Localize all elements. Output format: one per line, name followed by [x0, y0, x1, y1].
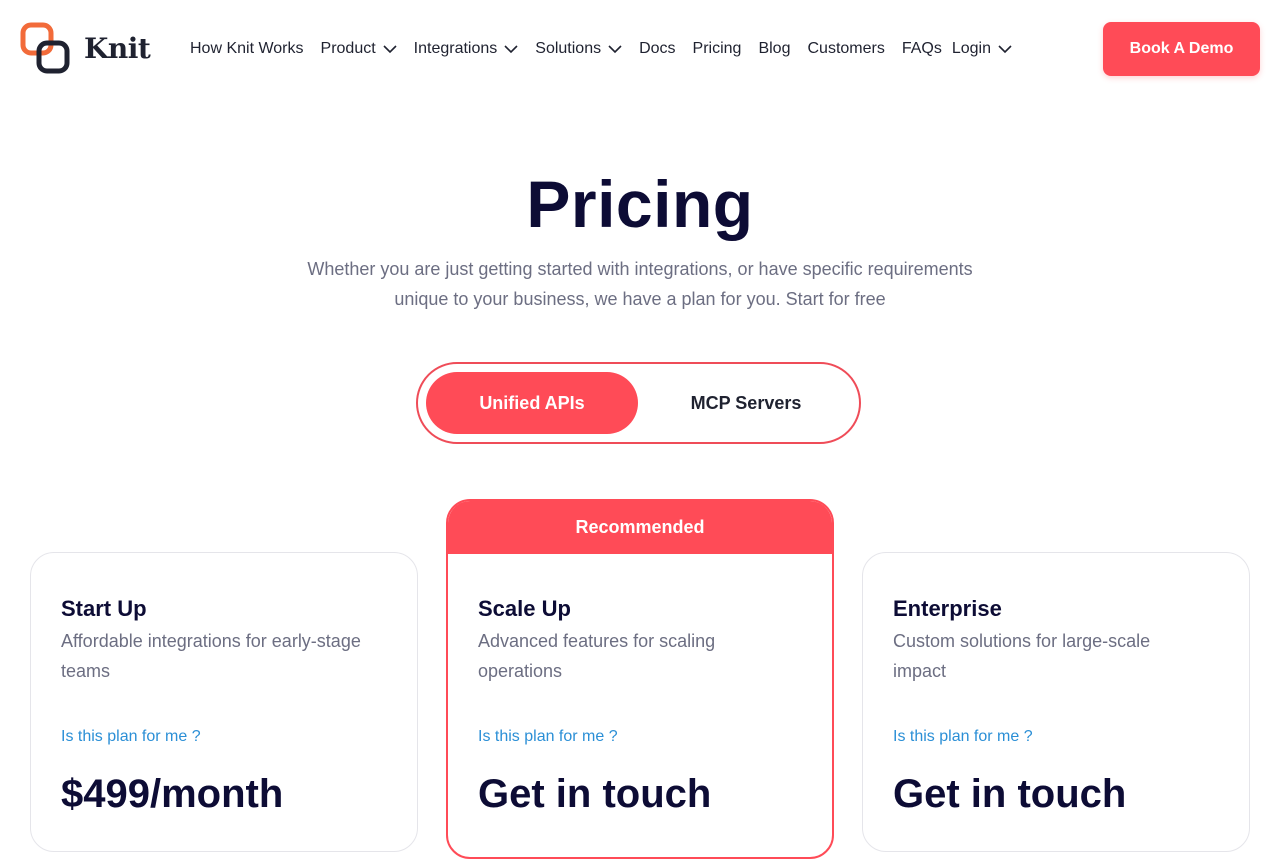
- nav-product[interactable]: Product: [321, 40, 397, 58]
- plan-price: Get in touch: [478, 772, 712, 816]
- plan-fit-link[interactable]: Is this plan for me ?: [478, 728, 802, 746]
- product-toggle: Unified APIs MCP Servers: [416, 362, 861, 444]
- nav-integrations[interactable]: Integrations: [414, 40, 519, 58]
- nav-docs[interactable]: Docs: [639, 40, 675, 58]
- main-nav: How Knit Works Product Integrations Solu…: [190, 36, 1029, 62]
- recommended-badge: Recommended: [448, 501, 832, 554]
- plan-fit-link[interactable]: Is this plan for me ?: [893, 728, 1219, 746]
- subtitle-line-1: Whether you are just getting started wit…: [307, 259, 973, 279]
- chevron-down-icon: [608, 44, 622, 53]
- nav-blog[interactable]: Blog: [758, 40, 790, 58]
- plan-description: Advanced features for scaling operations: [478, 631, 716, 681]
- subtitle-line-2: unique to your business, we have a plan …: [394, 289, 886, 309]
- nav-customers[interactable]: Customers: [807, 40, 884, 58]
- plan-card-enterprise: Enterprise Custom solutions for large-sc…: [862, 552, 1250, 852]
- plan-card-start-up: Start Up Affordable integrations for ear…: [30, 552, 418, 852]
- toggle-mcp-servers[interactable]: MCP Servers: [640, 372, 852, 434]
- nav-solutions[interactable]: Solutions: [535, 40, 622, 58]
- plan-name: Enterprise: [893, 596, 1002, 621]
- plan-description: Custom solutions for large-scale impact: [893, 631, 1151, 681]
- chevron-down-icon: [998, 44, 1012, 53]
- plan-name: Scale Up: [478, 596, 571, 621]
- nav-pricing[interactable]: Pricing: [693, 40, 742, 58]
- chevron-down-icon: [383, 44, 397, 53]
- knit-logo[interactable]: Knit: [20, 22, 151, 74]
- toggle-unified-apis[interactable]: Unified APIs: [426, 372, 638, 434]
- book-demo-button[interactable]: Book A Demo: [1103, 22, 1260, 76]
- brand-name: Knit: [84, 31, 151, 65]
- nav-how-knit-works[interactable]: How Knit Works: [190, 40, 304, 58]
- page-subtitle: Whether you are just getting started wit…: [260, 254, 1020, 314]
- page-title: Pricing: [526, 167, 754, 241]
- plan-price: Get in touch: [893, 772, 1127, 816]
- plan-price: $499/month: [61, 772, 284, 816]
- site-header: Knit How Knit Works Product Integrations…: [0, 0, 1280, 96]
- plan-description: Affordable integrations for early-stage …: [61, 631, 361, 681]
- plan-fit-link[interactable]: Is this plan for me ?: [61, 728, 387, 746]
- nav-faqs[interactable]: FAQs: [902, 40, 942, 58]
- chevron-down-icon: [504, 44, 518, 53]
- plan-name: Start Up: [61, 596, 147, 621]
- knit-logo-icon: [20, 22, 70, 74]
- nav-login[interactable]: Login: [952, 40, 1012, 58]
- plan-card-scale-up: Recommended Scale Up Advanced features f…: [446, 499, 834, 859]
